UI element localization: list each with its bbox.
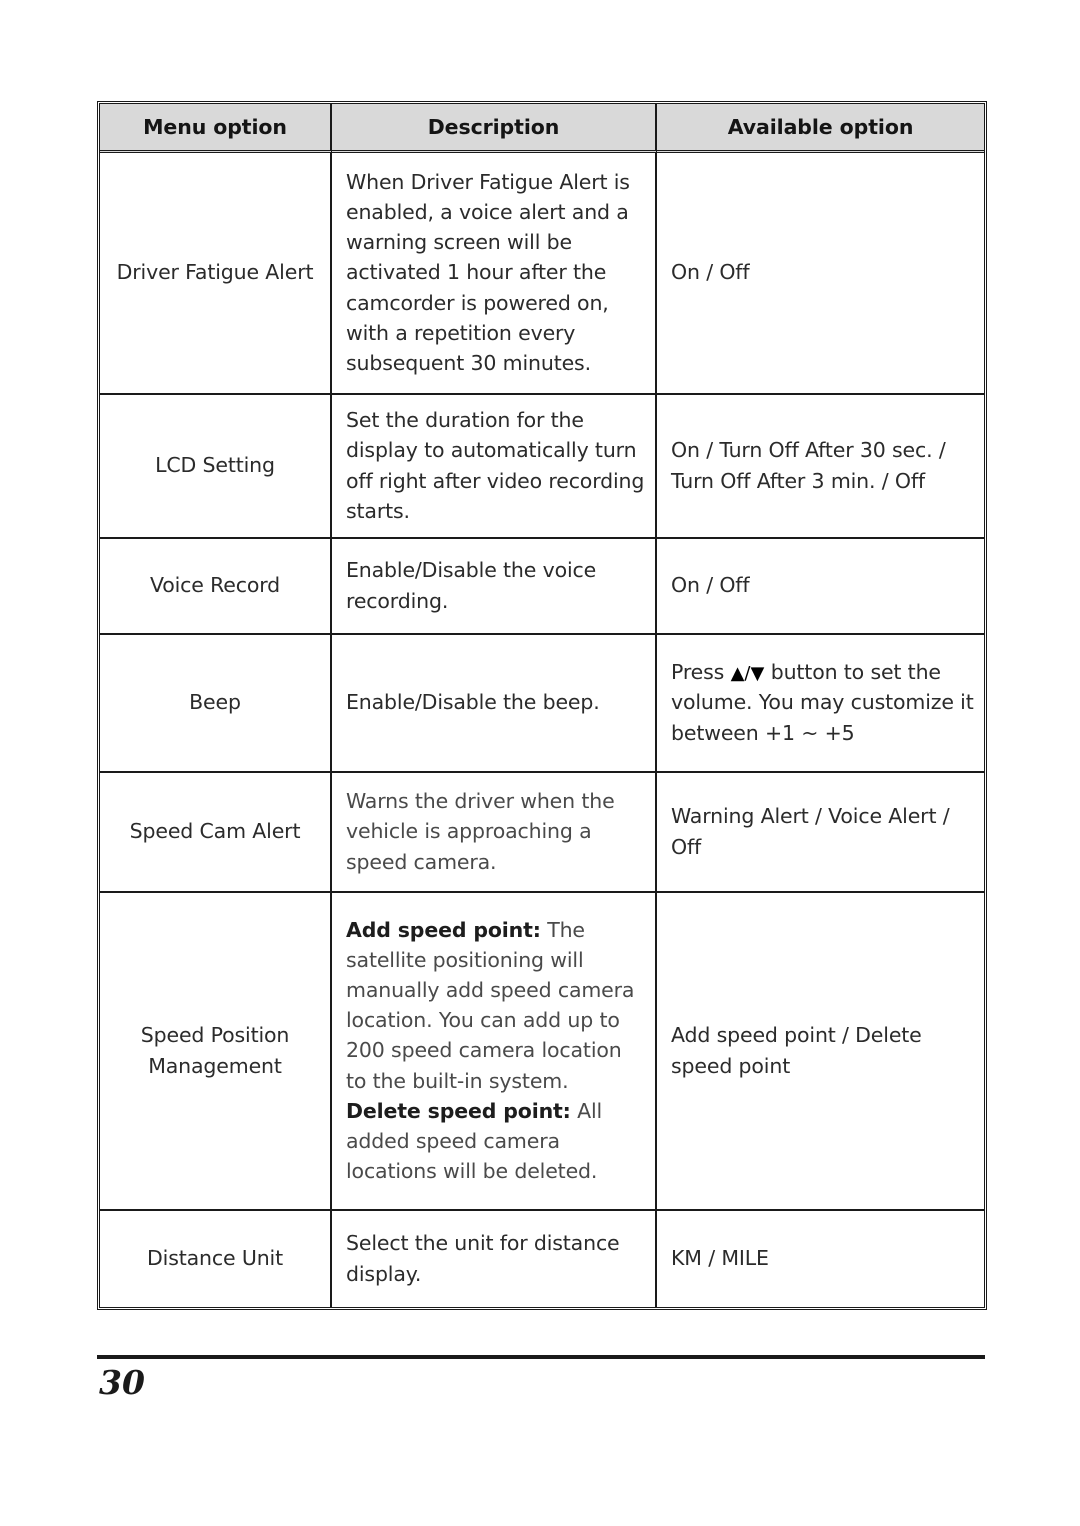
table-row: Driver Fatigue Alert When Driver Fatigue… [100,152,984,395]
menu-option-label: LCD Setting [155,453,275,478]
description-text: Set the duration for the display to auto… [346,408,645,523]
column-header-menu-option: Menu option [100,104,332,153]
available-option-text: Add speed point / Delete speed point [671,1023,922,1078]
menu-option-label: Beep [189,690,241,715]
arrow-down-icon: ▼ [750,663,765,685]
delete-speed-point-label: Delete speed point: [346,1098,571,1123]
cell-menu-option: LCD Setting [100,394,332,539]
menu-option-label: Distance Unit [147,1246,283,1271]
description-text: Add speed point: The satellite positioni… [346,915,645,1186]
description-text: Warns the driver when the vehicle is app… [346,789,615,874]
document-page: Menu option Description Available option… [0,0,1080,1526]
table-row: Voice Record Enable/Disable the voice re… [100,538,984,635]
cell-description: Add speed point: The satellite positioni… [332,892,657,1211]
menu-option-label: Voice Record [149,573,281,598]
cell-available-option: Warning Alert / Voice Alert / Off [657,773,984,893]
cell-description: Set the duration for the display to auto… [332,394,657,539]
menu-option-label: Speed Position Management [140,1023,290,1078]
menu-options-table-container: Menu option Description Available option… [97,101,987,1310]
menu-options-table: Menu option Description Available option… [97,101,987,1310]
table-row: Distance Unit Select the unit for distan… [100,1210,984,1307]
available-option-text: On / Off [671,260,750,285]
cell-menu-option: Speed Cam Alert [100,772,332,893]
cell-available-option: On / Off [657,539,984,635]
cell-available-option: Press ▲/▼ button to set the volume. You … [657,635,984,773]
available-option-text: On / Off [671,573,750,598]
add-speed-point-label: Add speed point: [346,917,541,942]
cell-description: Enable/Disable the beep. [332,634,657,773]
cell-available-option: KM / MILE [657,1211,984,1307]
add-speed-point-text: The satellite positioning will manually … [346,917,635,1093]
table-row: Speed Cam Alert Warns the driver when th… [100,772,984,893]
description-text: Enable/Disable the beep. [346,690,600,715]
table-header: Menu option Description Available option [100,104,984,153]
menu-option-label: Driver Fatigue Alert [116,260,314,285]
cell-description: Warns the driver when the vehicle is app… [332,772,657,893]
cell-description: When Driver Fatigue Alert is enabled, a … [332,152,657,395]
cell-available-option: Add speed point / Delete speed point [657,893,984,1211]
footer-divider [97,1355,985,1359]
table-body: Driver Fatigue Alert When Driver Fatigue… [100,152,984,1307]
description-text: Select the unit for distance display. [346,1231,620,1286]
cell-menu-option: Speed Position Management [100,892,332,1211]
column-header-available-option: Available option [657,104,984,153]
description-text: When Driver Fatigue Alert is enabled, a … [346,170,630,375]
press-label: Press [671,660,731,685]
table-row: Beep Enable/Disable the beep. Press ▲/▼ … [100,634,984,773]
cell-menu-option: Driver Fatigue Alert [100,152,332,395]
available-option-text: Press ▲/▼ button to set the volume. You … [671,657,974,747]
menu-option-label: Speed Cam Alert [129,819,301,844]
page-number: 30 [99,1363,145,1402]
cell-description: Select the unit for distance display. [332,1210,657,1307]
table-row: Speed Position Management Add speed poin… [100,892,984,1211]
arrow-up-icon: ▲ [730,663,745,685]
available-option-text: Warning Alert / Voice Alert / Off [671,804,950,859]
description-text: Enable/Disable the voice recording. [346,558,597,613]
column-header-description: Description [332,104,657,153]
cell-available-option: On / Off [657,153,984,395]
cell-menu-option: Voice Record [100,538,332,635]
cell-menu-option: Beep [100,634,332,773]
cell-available-option: On / Turn Off After 30 sec. / Turn Off A… [657,395,984,539]
available-option-text: On / Turn Off After 30 sec. / Turn Off A… [671,438,946,493]
table-header-row: Menu option Description Available option [100,104,984,153]
available-option-text: KM / MILE [671,1246,769,1271]
table-row: LCD Setting Set the duration for the dis… [100,394,984,539]
cell-menu-option: Distance Unit [100,1210,332,1307]
cell-description: Enable/Disable the voice recording. [332,538,657,635]
